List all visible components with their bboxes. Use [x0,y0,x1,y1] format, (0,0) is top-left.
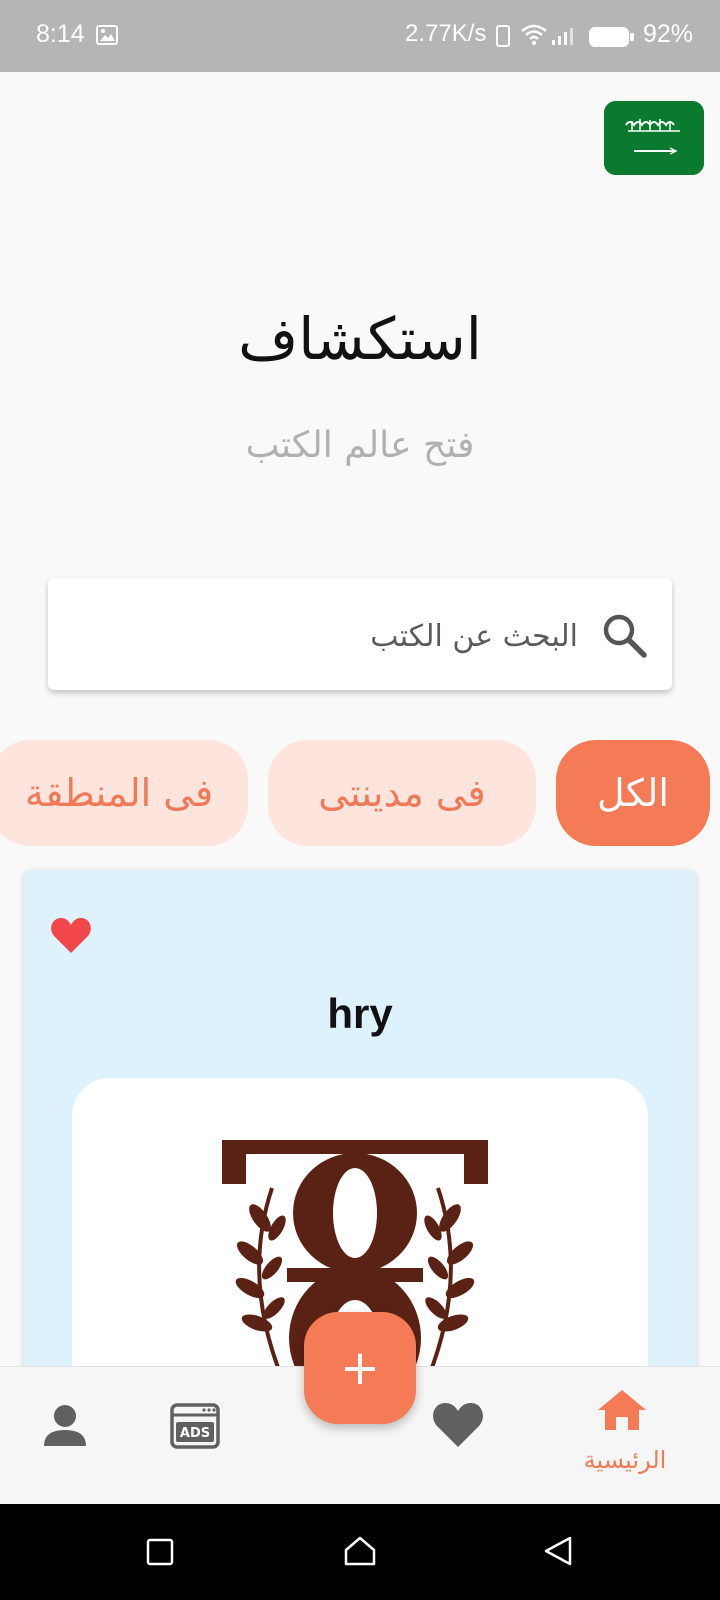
saudi-flag-icon[interactable] [604,101,704,175]
network-speed: 2.77K/s [405,20,487,47]
page-subtitle: فتح عالم الكتب [245,425,475,466]
favorites-heart-icon[interactable] [432,1402,484,1452]
status-bar: 8:14 2.77K/s 92% [0,0,720,72]
recent-apps-icon[interactable] [146,1538,174,1570]
page-title: استكشاف [238,305,482,373]
search-input[interactable] [80,614,578,658]
battery-percentage: 92% [643,20,694,48]
favorite-heart-icon[interactable] [50,916,92,958]
back-icon[interactable] [544,1536,572,1570]
home-icon[interactable] [596,1388,648,1436]
signal-icon [552,27,578,49]
home-label[interactable]: الرئيسية [570,1446,680,1474]
filter-chip-all[interactable]: الكل [556,740,710,846]
svg-text:ADS: ADS [180,1426,210,1441]
search-icon[interactable] [600,611,648,663]
battery-icon [588,25,636,53]
wifi-icon [520,24,548,50]
ads-icon[interactable]: ADS [170,1402,220,1454]
profile-icon[interactable] [42,1404,88,1452]
book-title: hry [327,990,393,1037]
sim-icon [496,25,510,51]
add-book-button[interactable]: + [304,1312,416,1424]
filter-chip-region[interactable]: فى المنطقة [0,740,248,846]
status-time: 8:14 [36,20,85,48]
gallery-notification-icon [96,25,118,49]
filter-chip-my-city[interactable]: فى مدينتى [268,740,536,846]
system-home-icon[interactable] [344,1536,376,1570]
